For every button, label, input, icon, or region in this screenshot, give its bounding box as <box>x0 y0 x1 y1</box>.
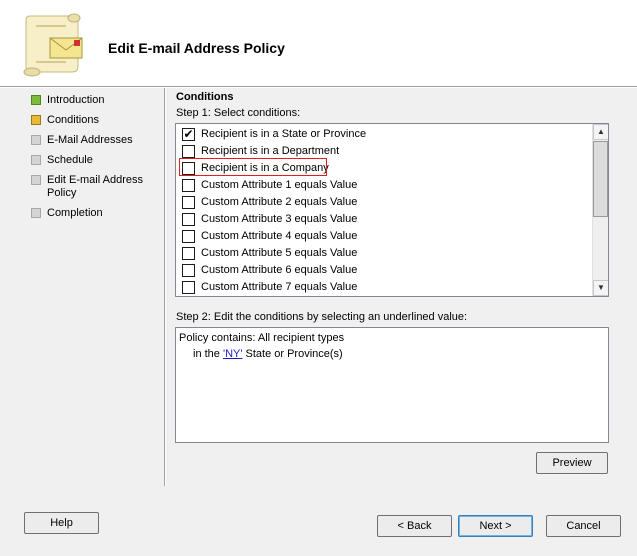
conditions-list[interactable]: ✔ Recipient is in a State or Province Re… <box>175 123 609 297</box>
condition-custom-attribute-5[interactable]: Custom Attribute 5 equals Value <box>182 245 357 262</box>
step-label: Schedule <box>47 154 93 166</box>
condition-description: Policy contains: All recipient types in … <box>175 327 609 443</box>
condition-custom-attribute-2[interactable]: Custom Attribute 2 equals Value <box>182 194 357 211</box>
help-button[interactable]: Help <box>24 512 99 534</box>
checkbox[interactable] <box>182 264 195 277</box>
condition-custom-attribute-6[interactable]: Custom Attribute 6 equals Value <box>182 262 357 279</box>
condition-label: Custom Attribute 5 equals Value <box>201 247 358 259</box>
condition-custom-attribute-4[interactable]: Custom Attribute 4 equals Value <box>182 228 357 245</box>
scroll-down-arrow-icon[interactable]: ▼ <box>593 280 608 296</box>
step-complete-icon <box>31 95 41 105</box>
scroll-up-arrow-icon[interactable]: ▲ <box>593 124 608 140</box>
cancel-button[interactable]: Cancel <box>546 515 621 537</box>
scrollbar-thumb[interactable] <box>593 141 608 217</box>
step-pending-icon <box>31 135 41 145</box>
step1-label: Step 1: Select conditions: <box>176 107 301 119</box>
section-title: Conditions <box>176 91 234 103</box>
step-label: Introduction <box>47 94 105 106</box>
vertical-scrollbar[interactable]: ▲ ▼ <box>592 124 608 296</box>
condition-custom-attribute-3[interactable]: Custom Attribute 3 equals Value <box>182 211 357 228</box>
highlight-box <box>179 158 327 176</box>
step-introduction: Introduction <box>30 94 160 107</box>
scroll-envelope-icon <box>22 12 92 78</box>
step-pending-icon <box>31 155 41 165</box>
checkbox[interactable] <box>182 196 195 209</box>
page-title: Edit E-mail Address Policy <box>108 40 285 56</box>
checkbox[interactable] <box>182 213 195 226</box>
step-label: Edit E-mail Address Policy <box>47 174 143 199</box>
step-label: Completion <box>47 207 103 219</box>
wizard-steps: Introduction Conditions E-Mail Addresses… <box>30 94 160 227</box>
step-pending-icon <box>31 208 41 218</box>
header-divider <box>0 86 637 88</box>
checkbox[interactable] <box>182 179 195 192</box>
step-label: E-Mail Addresses <box>47 134 133 146</box>
step2-label: Step 2: Edit the conditions by selecting… <box>176 311 468 323</box>
checkbox[interactable] <box>182 247 195 260</box>
condition-label: Custom Attribute 2 equals Value <box>201 196 358 208</box>
condition-label: Custom Attribute 7 equals Value <box>201 281 358 293</box>
description-line: Policy contains: All recipient types <box>179 332 345 344</box>
checkbox[interactable] <box>182 230 195 243</box>
checkbox[interactable] <box>182 145 195 158</box>
condition-custom-attribute-1[interactable]: Custom Attribute 1 equals Value <box>182 177 357 194</box>
wizard-header: Edit E-mail Address Policy <box>0 0 637 86</box>
back-button[interactable]: < Back <box>377 515 452 537</box>
condition-label: Recipient is in a State or Province <box>201 128 367 140</box>
condition-custom-attribute-7[interactable]: Custom Attribute 7 equals Value <box>182 279 357 296</box>
condition-label: Recipient is in a Department <box>201 145 340 157</box>
state-value-link[interactable]: 'NY' <box>223 348 242 360</box>
condition-label: Custom Attribute 3 equals Value <box>201 213 358 225</box>
vertical-divider <box>164 88 166 486</box>
condition-label: Custom Attribute 6 equals Value <box>201 264 358 276</box>
step-conditions: Conditions <box>30 114 160 127</box>
step-current-icon <box>31 115 41 125</box>
description-line: in the 'NY' State or Province(s) <box>179 346 605 362</box>
checkbox[interactable] <box>182 281 195 294</box>
step-schedule: Schedule <box>30 154 160 167</box>
step-label: Conditions <box>47 114 99 126</box>
step-pending-icon <box>31 175 41 185</box>
condition-state-or-province[interactable]: ✔ Recipient is in a State or Province <box>182 126 366 143</box>
step-completion: Completion <box>30 207 160 220</box>
description-text: in the <box>193 348 223 360</box>
next-button[interactable]: Next > <box>458 515 533 537</box>
step-edit-policy: Edit E-mail Address Policy <box>30 174 160 200</box>
description-text: State or Province(s) <box>242 348 343 360</box>
preview-button[interactable]: Preview <box>536 452 608 474</box>
checkbox[interactable]: ✔ <box>182 128 195 141</box>
condition-label: Custom Attribute 1 equals Value <box>201 179 358 191</box>
step-email-addresses: E-Mail Addresses <box>30 134 160 147</box>
condition-label: Custom Attribute 4 equals Value <box>201 230 358 242</box>
